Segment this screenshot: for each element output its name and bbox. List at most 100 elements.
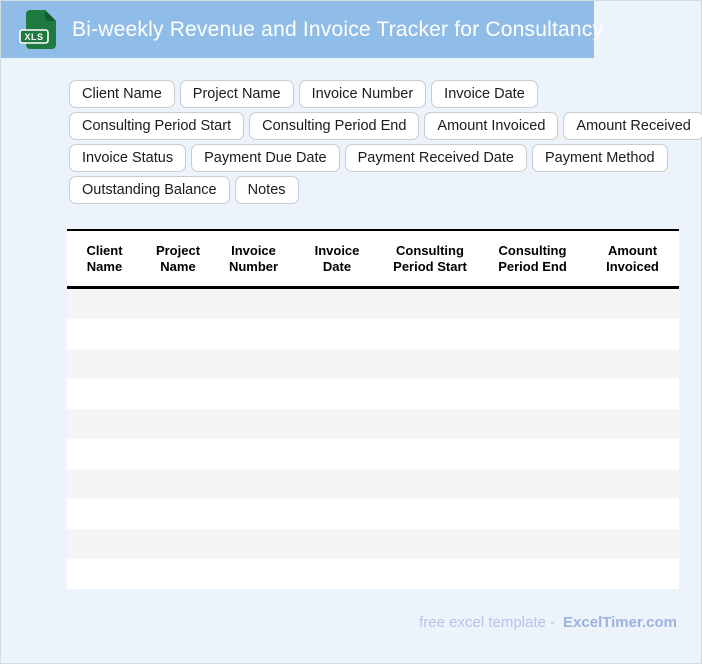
table-cell: [479, 287, 586, 319]
column-header: Consulting Period End: [479, 230, 586, 289]
field-chip[interactable]: Payment Received Date: [344, 144, 527, 172]
table-cell: [586, 349, 679, 379]
field-chip[interactable]: Amount Invoiced: [424, 112, 559, 140]
table-cell: [293, 439, 381, 469]
table-cell: [214, 287, 293, 319]
table-cell: [586, 319, 679, 349]
field-chip[interactable]: Outstanding Balance: [69, 176, 230, 204]
table-cell: [142, 499, 214, 529]
table-cell: [142, 379, 214, 409]
table-cell: [214, 409, 293, 439]
table-row: [67, 469, 679, 499]
table-cell: [586, 559, 679, 589]
field-chip[interactable]: Invoice Status: [69, 144, 187, 172]
table-cell: [479, 319, 586, 349]
table-cell: [381, 287, 479, 319]
table-cell: [586, 469, 679, 499]
table-cell: [67, 469, 142, 499]
table-cell: [293, 559, 381, 589]
table-row: [67, 439, 679, 469]
table-cell: [381, 559, 479, 589]
field-chip[interactable]: Amount Received: [563, 112, 702, 140]
table-cell: [214, 319, 293, 349]
invoice-table: Client Name Project Name Invoice Number Invoic…: [67, 229, 679, 589]
table-cell: [479, 529, 586, 559]
table-cell: [479, 379, 586, 409]
field-chip-row: Invoice Status Payment Due Date Payment Re…: [69, 144, 702, 172]
table-row: [67, 287, 679, 319]
table-cell: [479, 559, 586, 589]
table-cell: [293, 287, 381, 319]
table-cell: [381, 379, 479, 409]
table-cell: [479, 499, 586, 529]
field-chip-row: Outstanding Balance Notes: [69, 176, 702, 204]
footer-brand-link[interactable]: ExcelTimer.com: [563, 614, 677, 631]
column-header: Amount Invoiced: [586, 230, 679, 289]
table-row: [67, 409, 679, 439]
table-row: [67, 499, 679, 529]
field-chip[interactable]: Client Name: [69, 80, 175, 108]
table-cell: [67, 439, 142, 469]
field-chip[interactable]: Invoice Number: [298, 80, 427, 108]
table-cell: [67, 319, 142, 349]
title-banner: XLS Bi-weekly Revenue and Invoice Tracke…: [1, 1, 603, 58]
table-cell: [142, 409, 214, 439]
table-cell: [479, 469, 586, 499]
field-chip-list: Client Name Project Name Invoice Number Inv…: [69, 80, 702, 204]
xls-icon-label: XLS: [24, 32, 43, 42]
xls-file-icon: XLS: [19, 9, 56, 49]
page: { "header": { "title": "Bi-weekly Revenu…: [0, 0, 702, 664]
table-cell: [293, 499, 381, 529]
table-cell: [214, 469, 293, 499]
table-cell: [586, 499, 679, 529]
table-cell: [479, 439, 586, 469]
field-chip[interactable]: Payment Due Date: [191, 144, 340, 172]
table-cell: [67, 349, 142, 379]
table-cell: [67, 409, 142, 439]
table-cell: [67, 499, 142, 529]
field-chip[interactable]: Invoice Date: [431, 80, 538, 108]
table-cell: [381, 469, 479, 499]
table-cell: [381, 529, 479, 559]
table-cell: [293, 349, 381, 379]
field-chip-row: Consulting Period Start Consulting Period…: [69, 112, 702, 140]
table-cell: [586, 439, 679, 469]
field-chip[interactable]: Consulting Period End: [249, 112, 420, 140]
table-cell: [293, 409, 381, 439]
table-header-row: Client Name Project Name Invoice Number Invoic…: [67, 230, 679, 289]
table-cell: [142, 439, 214, 469]
table-cell: [214, 529, 293, 559]
table-row: [67, 319, 679, 349]
table-cell: [67, 529, 142, 559]
table-row: [67, 349, 679, 379]
column-header: Consulting Period Start: [381, 230, 479, 289]
table-cell: [586, 287, 679, 319]
column-header: Invoice Date: [293, 230, 381, 289]
table-row: [67, 379, 679, 409]
table-cell: [67, 559, 142, 589]
table-cell: [381, 319, 479, 349]
page-title: Bi-weekly Revenue and Invoice Tracker fo…: [72, 17, 604, 41]
table-cell: [381, 499, 479, 529]
table-row: [67, 529, 679, 559]
table-cell: [479, 349, 586, 379]
table-cell: [586, 529, 679, 559]
table-cell: [381, 439, 479, 469]
field-chip[interactable]: Consulting Period Start: [69, 112, 245, 140]
field-chip[interactable]: Project Name: [179, 80, 294, 108]
field-chip[interactable]: Payment Method: [531, 144, 668, 172]
table-cell: [586, 379, 679, 409]
table-cell: [214, 499, 293, 529]
table-cell: [293, 319, 381, 349]
table-cell: [586, 409, 679, 439]
table-cell: [142, 287, 214, 319]
table-cell: [142, 349, 214, 379]
table-cell: [293, 379, 381, 409]
field-chip[interactable]: Notes: [234, 176, 299, 204]
table-cell: [293, 469, 381, 499]
table-cell: [479, 409, 586, 439]
table-cell: [214, 349, 293, 379]
table-cell: [67, 379, 142, 409]
table-row: [67, 559, 679, 589]
table-cell: [142, 559, 214, 589]
